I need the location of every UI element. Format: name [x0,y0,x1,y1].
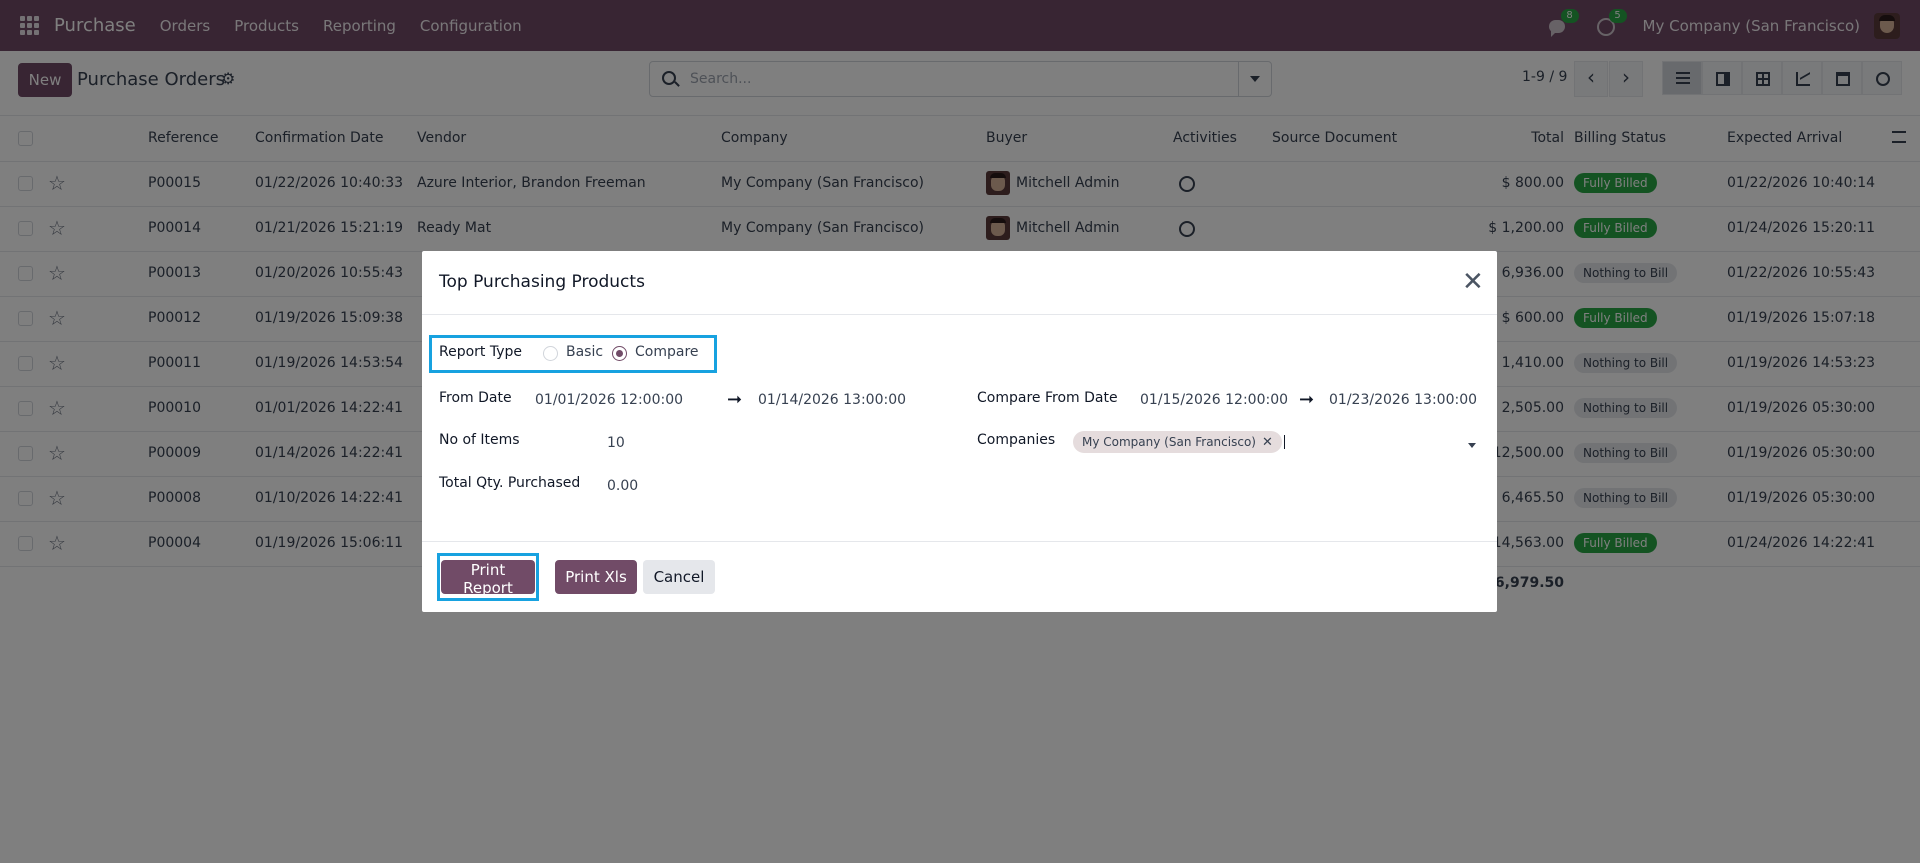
cancel-button[interactable]: Cancel [643,560,715,594]
print-report-button[interactable]: Print Report [441,560,535,597]
radio-compare[interactable] [612,346,627,361]
close-icon[interactable]: ✕ [1462,269,1484,295]
modal-footer: Print Report Print Xls Cancel [422,541,1497,613]
radio-basic[interactable] [543,346,558,361]
total-qty-label: Total Qty. Purchased [439,475,581,491]
no-of-items-input[interactable]: 10 [607,435,625,451]
companies-input-cursor[interactable] [1284,435,1285,449]
total-qty-value[interactable]: 0.00 [607,478,638,494]
report-type-label: Report Type [439,344,523,360]
remove-tag-icon[interactable]: ✕ [1262,435,1273,450]
arrow-right-icon: ➞ [727,389,743,410]
compare-from-end-input[interactable]: 01/23/2026 13:00:00 [1329,392,1477,408]
radio-compare-label[interactable]: Compare [635,344,699,360]
arrow-right-icon: ➞ [1299,389,1315,410]
companies-label: Companies [977,432,1056,448]
no-of-items-label: No of Items [439,432,520,448]
modal-title: Top Purchasing Products [439,272,645,292]
print-xls-button[interactable]: Print Xls [555,560,637,594]
top-purchasing-products-dialog: Top Purchasing Products ✕ Report Type Ba… [422,251,1497,612]
company-tag-label: My Company (San Francisco) [1082,435,1256,449]
modal-header: Top Purchasing Products ✕ [422,251,1497,315]
from-date-end-input[interactable]: 01/14/2026 13:00:00 [758,392,906,408]
from-date-label: From Date [439,390,512,406]
company-tag: My Company (San Francisco) ✕ [1073,431,1282,453]
chevron-down-icon[interactable] [1468,443,1476,452]
compare-from-start-input[interactable]: 01/15/2026 12:00:00 [1140,392,1288,408]
compare-from-date-label: Compare From Date [977,390,1118,406]
radio-basic-label[interactable]: Basic [566,344,603,360]
from-date-start-input[interactable]: 01/01/2026 12:00:00 [535,392,683,408]
